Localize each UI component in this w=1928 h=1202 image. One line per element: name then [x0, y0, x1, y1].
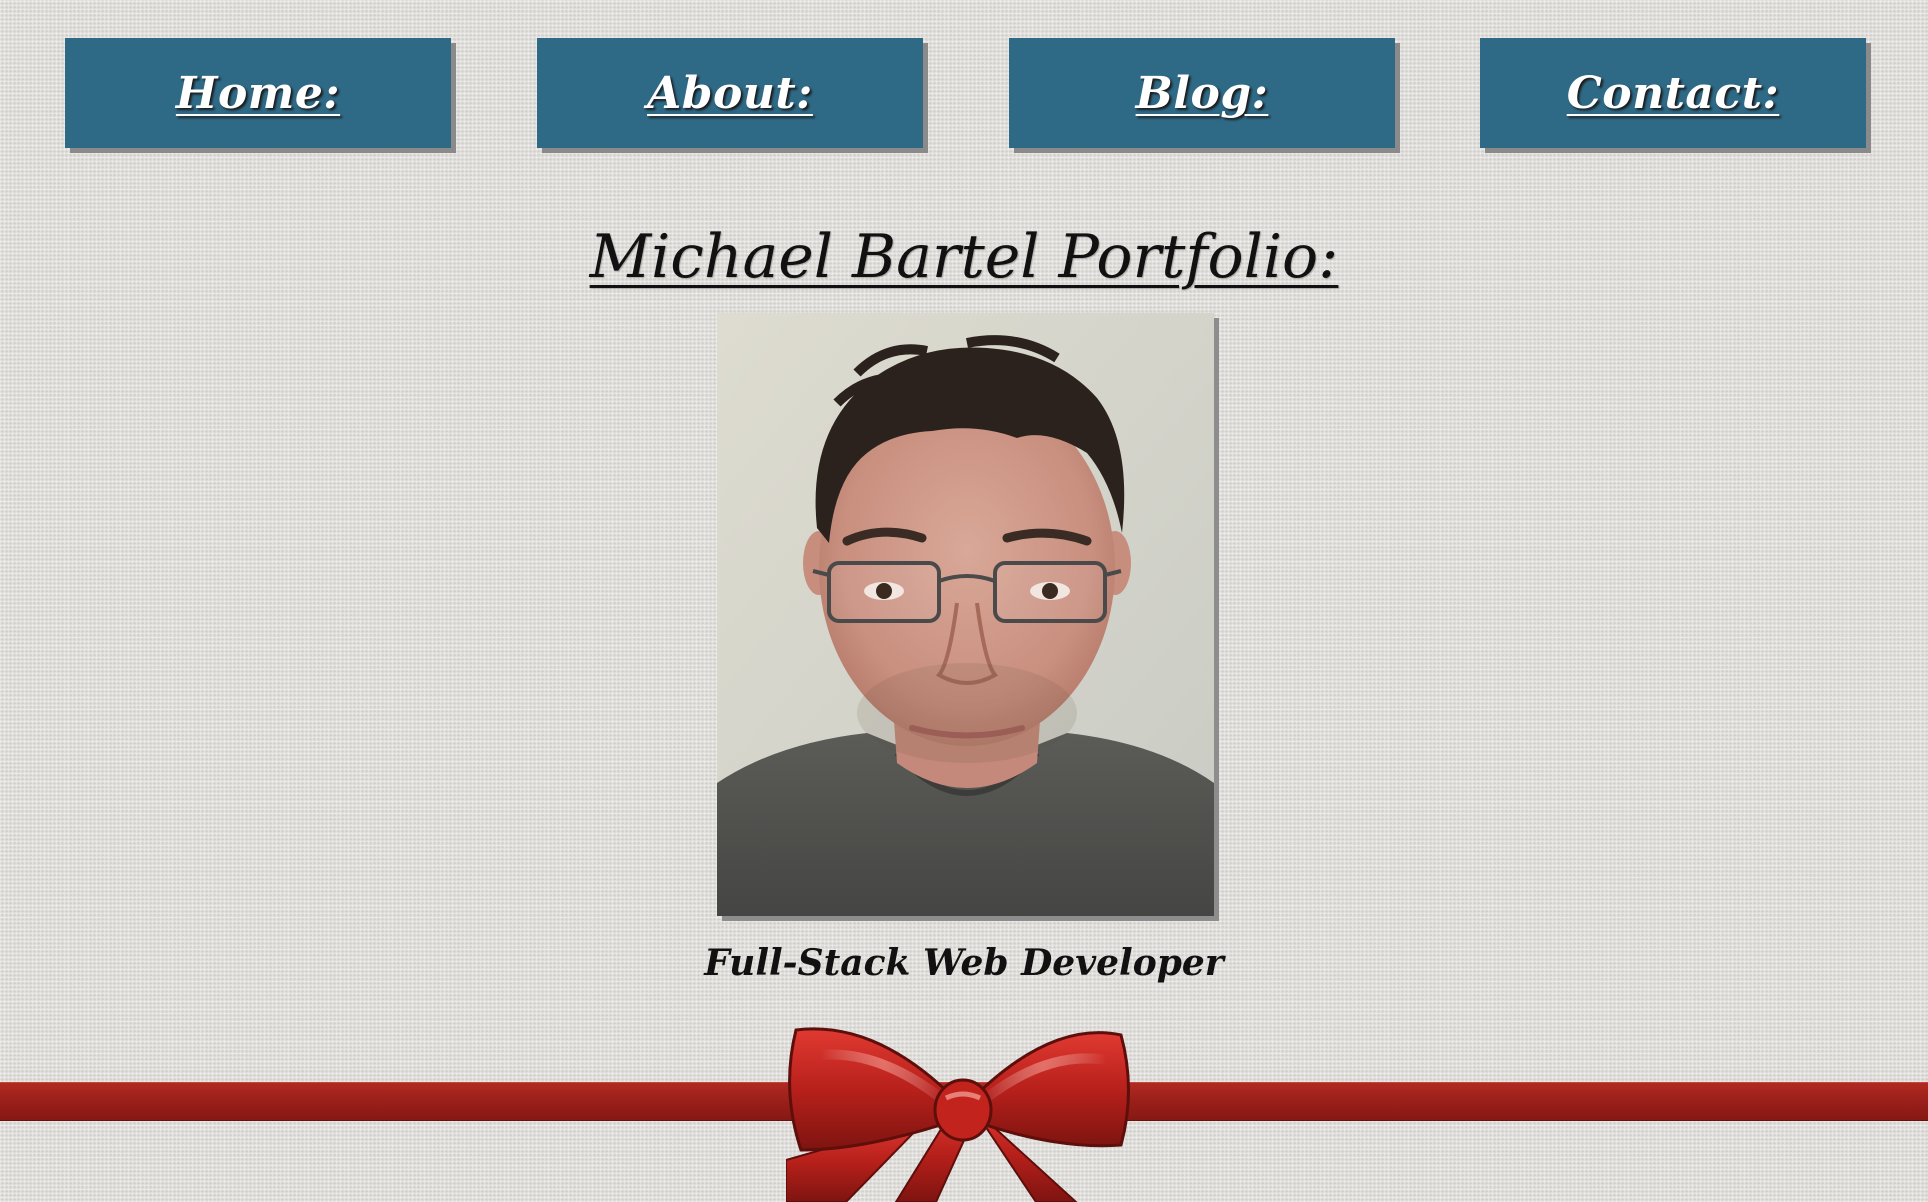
nav-contact-button[interactable]: Contact: — [1480, 38, 1866, 148]
red-ribbon-bow-icon — [785, 1010, 1136, 1202]
nav-about-label: About: — [647, 67, 813, 119]
profile-photo — [717, 313, 1214, 916]
nav-about-button[interactable]: About: — [537, 38, 923, 148]
nav-home-button[interactable]: Home: — [65, 38, 451, 148]
nav-contact-label: Contact: — [1566, 67, 1780, 119]
nav-blog-button[interactable]: Blog: — [1009, 38, 1395, 148]
main-navigation: Home: About: Blog: Contact: — [65, 38, 1866, 152]
nav-home-label: Home: — [175, 67, 341, 119]
job-subtitle: Full-Stack Web Developer — [704, 942, 1224, 984]
page-title: Michael Bartel Portfolio: — [589, 222, 1339, 292]
nav-blog-label: Blog: — [1135, 67, 1269, 119]
